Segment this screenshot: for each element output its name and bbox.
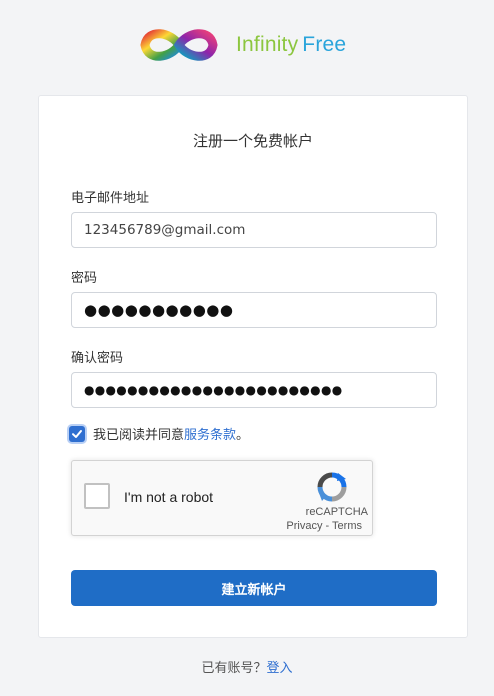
login-prompt: 已有账号？登入	[0, 657, 494, 676]
brand-name-part2: Free	[302, 33, 347, 56]
password-label: 密码	[71, 271, 98, 286]
login-prompt-text: 已有账号？	[201, 661, 267, 676]
email-label: 电子邮件地址	[71, 191, 150, 206]
terms-checkbox[interactable]	[69, 425, 85, 442]
terms-agreement: 我已阅读并同意 服务条款。	[69, 424, 249, 443]
confirm-password-field[interactable]: ●●●●●●●●●●●●●●●●●●●●●●●●	[71, 372, 437, 408]
recaptcha-checkbox[interactable]	[84, 483, 110, 509]
checkmark-icon	[72, 429, 82, 438]
terms-suffix: 。	[236, 428, 250, 443]
recaptcha-brand: reCAPTCHA	[305, 506, 368, 518]
recaptcha-widget: I'm not a robot reCAPTCHA Privacy - Term…	[71, 460, 373, 536]
recaptcha-links: Privacy - Terms	[286, 520, 362, 532]
login-link[interactable]: 登入	[267, 661, 293, 676]
infinity-logo-icon	[140, 29, 218, 61]
brand-name: Infinity Free	[236, 33, 346, 57]
create-account-button[interactable]: 建立新帐户	[71, 570, 437, 606]
terms-prefix: 我已阅读并同意	[93, 428, 185, 443]
recaptcha-privacy-link[interactable]: Privacy	[286, 520, 322, 532]
password-field[interactable]: ●●●●●●●●●●●	[71, 292, 437, 328]
confirm-password-label: 确认密码	[71, 351, 124, 366]
email-field[interactable]	[71, 212, 437, 248]
recaptcha-logo-icon	[317, 472, 347, 502]
brand-name-part1: Infinity	[236, 33, 299, 56]
terms-of-service-link[interactable]: 服务条款	[184, 424, 236, 443]
recaptcha-label: I'm not a robot	[124, 489, 214, 505]
recaptcha-terms-link[interactable]: Terms	[332, 520, 362, 532]
signup-card: 注册一个免费帐户 电子邮件地址 密码 ●●●●●●●●●●● 确认密码 ●●●●…	[38, 95, 468, 638]
form-title: 注册一个免费帐户	[192, 132, 313, 150]
recaptcha-separator: -	[322, 520, 333, 532]
infinityfree-logo: Infinity Free	[140, 22, 346, 68]
